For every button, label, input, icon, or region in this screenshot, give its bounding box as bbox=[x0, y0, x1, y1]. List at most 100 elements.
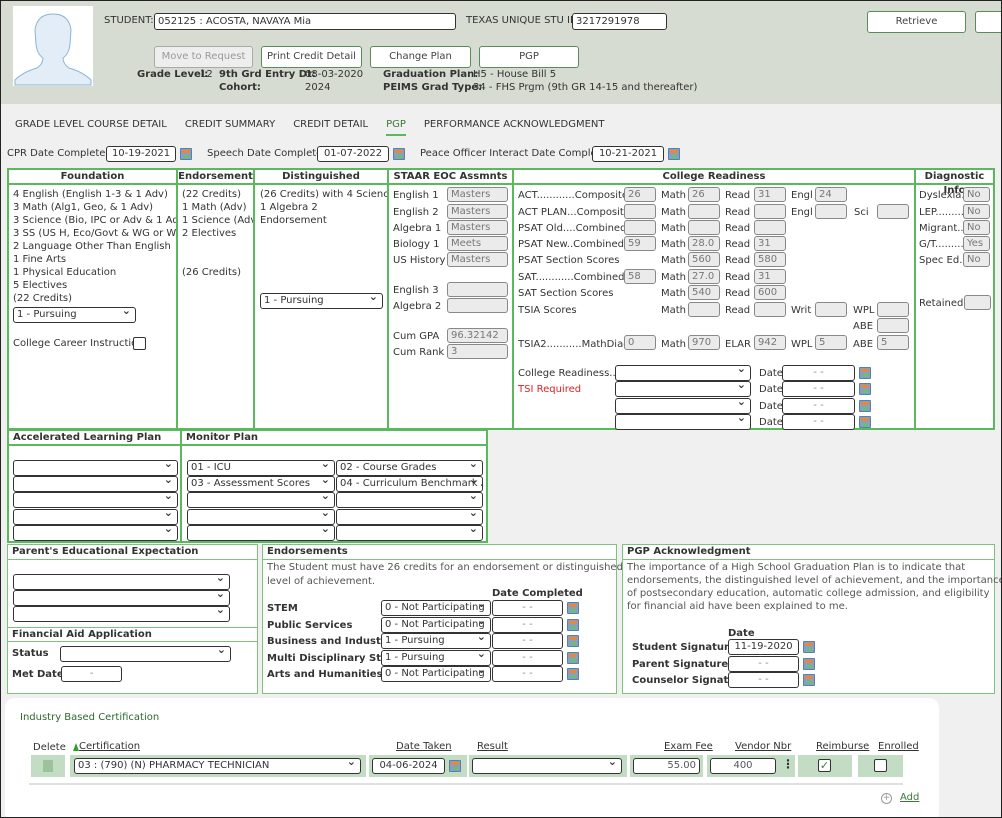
endorsement-select[interactable]: 0 - Not Participating bbox=[381, 617, 491, 633]
calendar-icon[interactable] bbox=[180, 148, 192, 160]
date-taken-input[interactable]: 04-06-2024 bbox=[372, 758, 445, 774]
endorsement-select[interactable]: 1 - Pursuing bbox=[381, 650, 491, 666]
print-credit-detail-button[interactable]: Print Credit Detail bbox=[261, 46, 362, 68]
calendar-icon[interactable] bbox=[567, 668, 579, 680]
monitor-select[interactable] bbox=[187, 509, 335, 525]
distinguished-status-select[interactable]: 1 - Pursuing bbox=[260, 293, 383, 309]
staar-label: Algebra 2 bbox=[393, 301, 442, 312]
endorsement-select[interactable]: 0 - Not Participating bbox=[381, 666, 491, 682]
speech-date-input[interactable]: 01-07-2022 bbox=[317, 146, 389, 162]
cr-date-input[interactable]: - - bbox=[782, 414, 855, 430]
college-readiness-select[interactable] bbox=[615, 398, 751, 414]
tab-pgp[interactable]: PGP bbox=[386, 119, 406, 136]
monitor-select[interactable]: 02 - Course Grades bbox=[336, 460, 483, 476]
cr-date-input[interactable]: - - bbox=[782, 381, 855, 397]
monitor-select[interactable]: 03 - Assessment Scores bbox=[187, 476, 335, 492]
parent-signature-date[interactable]: - - bbox=[728, 656, 799, 672]
exam-fee-input[interactable]: 55.00 bbox=[633, 758, 700, 774]
cr-date-input[interactable]: - - bbox=[782, 398, 855, 414]
col-exam-fee[interactable]: Exam Fee bbox=[664, 741, 713, 752]
endorsement-date-input[interactable]: - - bbox=[492, 666, 563, 682]
cr-date-input[interactable]: - - bbox=[782, 365, 855, 381]
retrieve-button[interactable]: Retrieve bbox=[867, 11, 966, 33]
enrolled-checkbox[interactable] bbox=[874, 759, 887, 772]
more-options-icon[interactable]: ⋮ bbox=[782, 757, 794, 771]
col-vendor-nbr[interactable]: Vendor Nbr bbox=[735, 741, 791, 752]
tsia2-elar: 942 bbox=[754, 335, 786, 350]
monitor-select[interactable]: 01 - ICU bbox=[187, 460, 335, 476]
calendar-icon[interactable] bbox=[859, 400, 871, 412]
trash-icon[interactable] bbox=[43, 760, 53, 772]
endorsement-date-input[interactable]: - - bbox=[492, 617, 563, 633]
endorsement-date-input[interactable]: - - bbox=[492, 650, 563, 666]
cci-checkbox[interactable] bbox=[133, 337, 146, 350]
calendar-icon[interactable] bbox=[567, 619, 579, 631]
peace-officer-date-input[interactable]: 10-21-2021 bbox=[592, 146, 664, 162]
counselor-signature-date[interactable]: - - bbox=[728, 672, 799, 688]
met-date-input[interactable]: - bbox=[61, 666, 122, 682]
calendar-icon[interactable] bbox=[859, 367, 871, 379]
tab-credit-detail[interactable]: CREDIT DETAIL bbox=[293, 119, 368, 136]
calendar-icon[interactable] bbox=[393, 148, 405, 160]
endorsement-select[interactable]: 1 - Pursuing bbox=[381, 633, 491, 649]
alp-select[interactable] bbox=[13, 525, 178, 541]
alp-select[interactable] bbox=[13, 476, 178, 492]
endorsements-note: level of achievement. bbox=[267, 576, 376, 587]
monitor-select[interactable] bbox=[336, 492, 483, 508]
grade-level-value: 12 bbox=[200, 69, 213, 80]
col-result[interactable]: Result bbox=[477, 741, 508, 752]
calendar-icon[interactable] bbox=[668, 148, 680, 160]
result-select[interactable] bbox=[472, 758, 622, 774]
cpr-date-input[interactable]: 10-19-2021 bbox=[106, 146, 176, 162]
col-certification[interactable]: Certification bbox=[79, 741, 140, 752]
monitor-select[interactable] bbox=[187, 525, 335, 541]
endorsement-select[interactable]: 0 - Not Participating bbox=[381, 600, 491, 616]
calendar-icon[interactable] bbox=[859, 383, 871, 395]
parent-expectation-select[interactable] bbox=[13, 606, 230, 622]
endorsement-date-input[interactable]: - - bbox=[492, 600, 563, 616]
tab-grade-level-course-detail[interactable]: GRADE LEVEL COURSE DETAIL bbox=[15, 119, 167, 136]
calendar-icon[interactable] bbox=[449, 760, 461, 772]
tsid-input[interactable]: 3217291978 bbox=[572, 13, 667, 30]
vendor-nbr-input[interactable]: 400 bbox=[710, 758, 776, 774]
monitor-select[interactable]: 04 - Curriculum Benchmark A bbox=[336, 476, 483, 492]
parent-expectation-select[interactable] bbox=[13, 574, 230, 590]
calendar-icon[interactable] bbox=[567, 602, 579, 614]
endorsement-date-input[interactable]: - - bbox=[492, 633, 563, 649]
col-date-taken[interactable]: Date Taken bbox=[396, 741, 452, 752]
calendar-icon[interactable] bbox=[859, 416, 871, 428]
col-reimburse[interactable]: Reimburse bbox=[816, 741, 869, 752]
reimburse-checkbox[interactable]: ✓ bbox=[818, 759, 831, 772]
col-enrolled[interactable]: Enrolled bbox=[878, 741, 919, 752]
calendar-icon[interactable] bbox=[567, 652, 579, 664]
change-plan-button[interactable]: Change Plan bbox=[370, 46, 471, 68]
alp-select[interactable] bbox=[13, 509, 178, 525]
add-icon[interactable]: + bbox=[881, 793, 892, 804]
monitor-select[interactable] bbox=[336, 525, 483, 541]
monitor-select[interactable] bbox=[187, 492, 335, 508]
college-readiness-select[interactable] bbox=[615, 381, 751, 397]
college-readiness-select[interactable] bbox=[615, 365, 751, 381]
calendar-icon[interactable] bbox=[567, 635, 579, 647]
calendar-icon[interactable] bbox=[803, 641, 815, 653]
move-to-request-button[interactable]: Move to Request bbox=[154, 46, 253, 68]
foundation-status-select[interactable]: 1 - Pursuing bbox=[13, 307, 136, 323]
alp-select[interactable] bbox=[13, 492, 178, 508]
calendar-icon[interactable] bbox=[803, 658, 815, 670]
tab-credit-summary[interactable]: CREDIT SUMMARY bbox=[185, 119, 275, 136]
certification-select[interactable]: 03 : (790) (N) PHARMACY TECHNICIAN bbox=[74, 758, 361, 774]
calendar-icon[interactable] bbox=[803, 674, 815, 686]
monitor-select[interactable] bbox=[336, 509, 483, 525]
student-input[interactable]: 052125 : ACOSTA, NAVAYA Mia bbox=[154, 13, 456, 30]
add-link[interactable]: Add bbox=[900, 792, 919, 803]
alp-select[interactable] bbox=[13, 460, 178, 476]
date-label: Date bbox=[759, 417, 783, 428]
parent-expectation-select[interactable] bbox=[13, 590, 230, 606]
college-readiness-select[interactable] bbox=[615, 414, 751, 430]
result-cell bbox=[469, 755, 627, 777]
tab-performance-acknowledgment[interactable]: PERFORMANCE ACKNOWLEDGMENT bbox=[424, 119, 605, 136]
student-signature-date[interactable]: 11-19-2020 bbox=[728, 639, 799, 655]
finaid-status-select[interactable] bbox=[60, 646, 231, 662]
pgp-button[interactable]: PGP bbox=[479, 46, 579, 68]
header-extra-button[interactable] bbox=[975, 11, 1001, 33]
